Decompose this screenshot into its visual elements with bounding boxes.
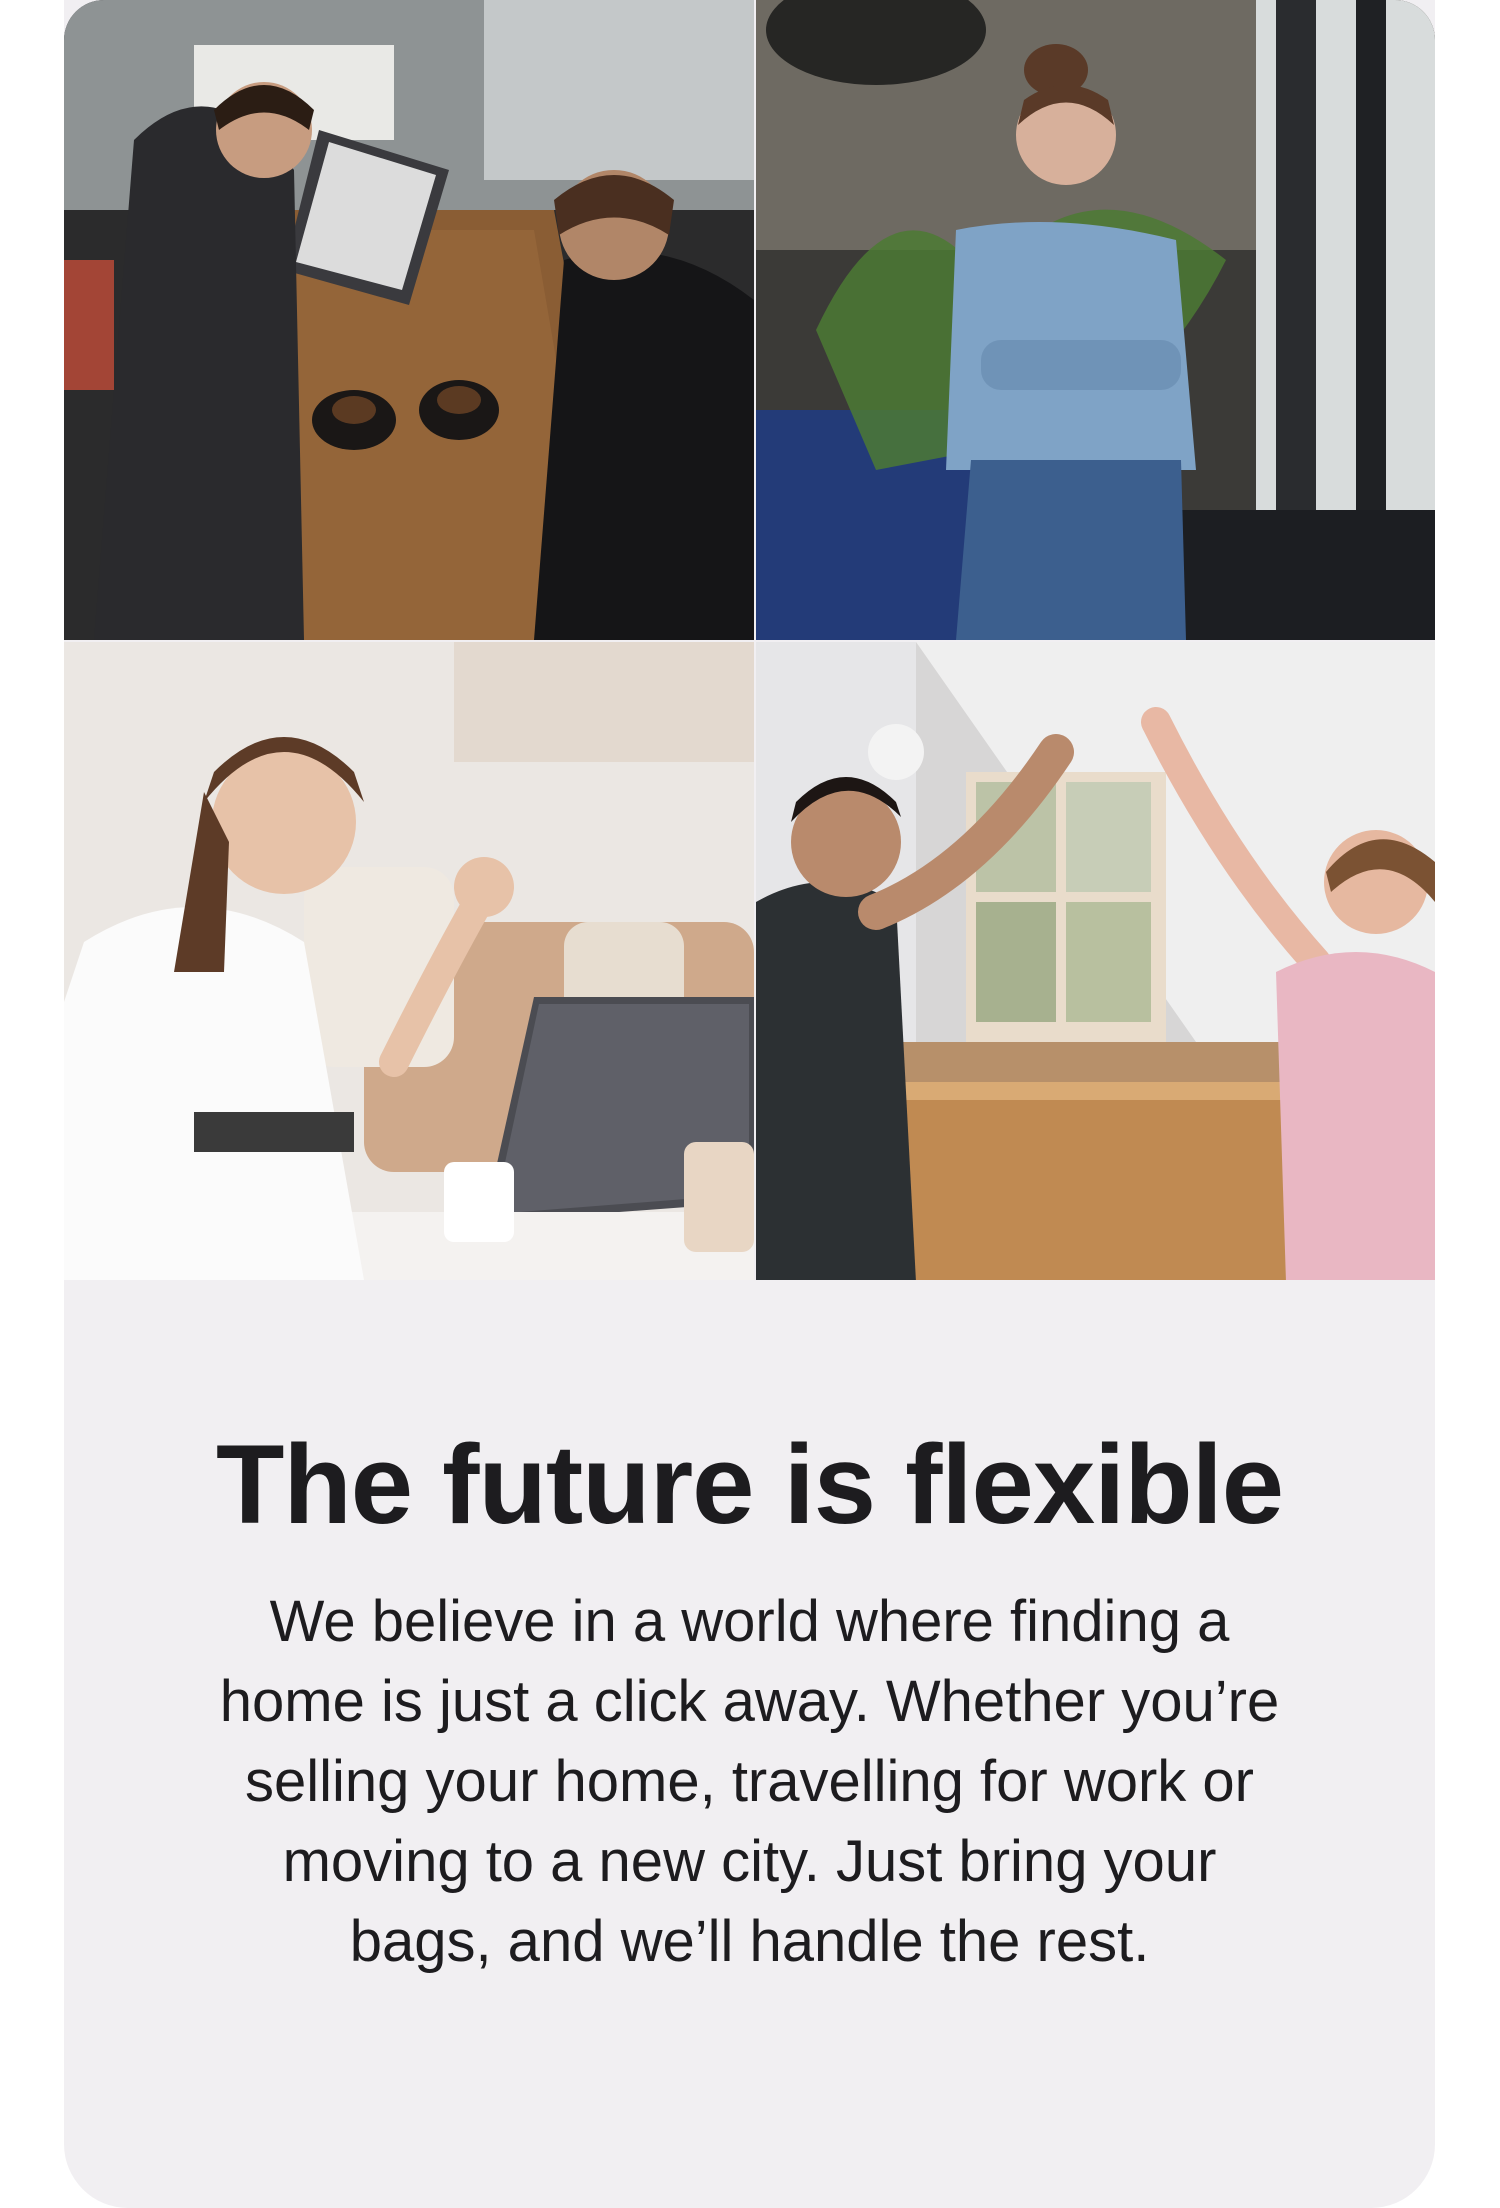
- photo-couple-high-five: [756, 642, 1435, 1280]
- promo-text-block: The future is flexible We believe in a w…: [184, 1410, 1315, 1982]
- promo-body: We believe in a world where finding a ho…: [219, 1589, 1280, 1974]
- promo-headline: The future is flexible: [215, 1422, 1284, 1547]
- photo-collage: [64, 0, 1435, 1280]
- promo-card: The future is flexible We believe in a w…: [64, 0, 1435, 2208]
- photo-woman-video-call: [64, 642, 754, 1280]
- photo-woman-by-window: [756, 0, 1435, 640]
- photo-men-working-laptop: [64, 0, 754, 640]
